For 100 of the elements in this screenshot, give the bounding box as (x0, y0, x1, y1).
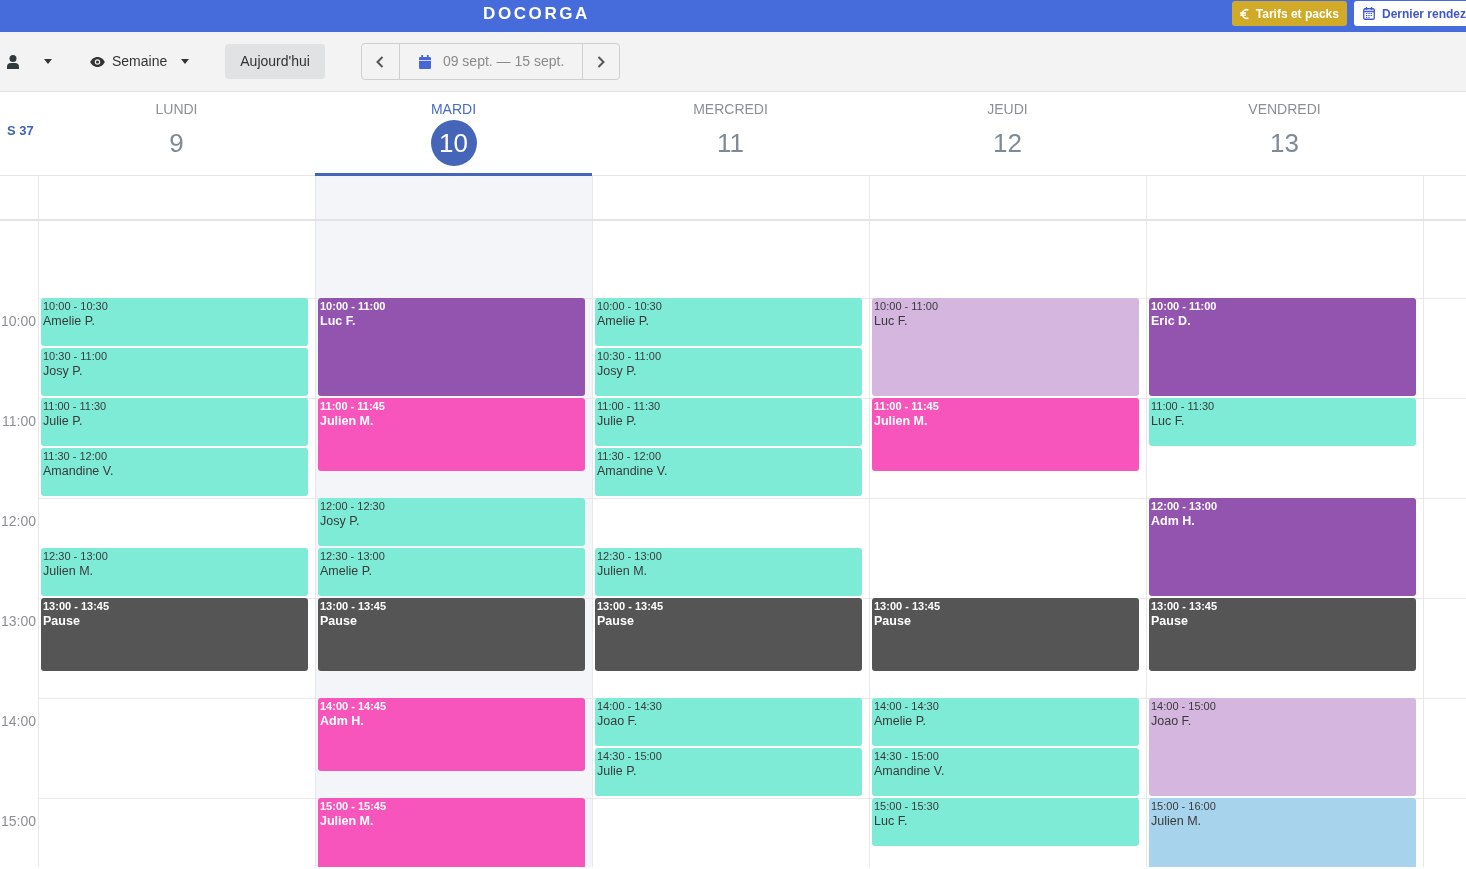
appointment-title: Pause (1151, 613, 1188, 629)
appointment-title: Josy P. (597, 363, 637, 379)
week-number: S 37 (7, 123, 34, 139)
appointment-title: Josy P. (43, 363, 83, 379)
appointment-block[interactable]: 10:00 - 11:00 Eric D. (1149, 298, 1416, 396)
appointment-block[interactable]: 14:00 - 15:00 Joao F. (1149, 698, 1416, 796)
appointment-time: 11:30 - 12:00 (43, 449, 107, 463)
day-number: 10 (430, 120, 477, 166)
calendar-icon (418, 54, 431, 69)
day-header[interactable]: JEUDI 12 (869, 92, 1146, 176)
appointment-title: Pause (320, 613, 357, 629)
day-header[interactable]: VENDREDI 13 (1146, 92, 1423, 176)
appointment-title: Julie P. (597, 413, 637, 429)
appointment-block[interactable]: 11:30 - 12:00 Amandine V. (595, 448, 862, 496)
appointment-title: Amelie P. (597, 313, 649, 329)
time-label: 12:00 (0, 513, 36, 529)
appointment-block[interactable]: 11:30 - 12:00 Amandine V. (41, 448, 308, 496)
appointment-time: 11:00 - 11:30 (597, 399, 661, 413)
appointment-block[interactable]: 13:00 - 13:45 Pause (41, 598, 308, 671)
appointment-block[interactable]: 10:30 - 11:00 Josy P. (41, 348, 308, 396)
appointment-block[interactable]: 14:00 - 14:30 Amelie P. (872, 698, 1139, 746)
appointment-block[interactable]: 14:00 - 14:30 Joao F. (595, 698, 862, 746)
all-day-slot[interactable] (315, 176, 592, 219)
time-label: 10:00 (0, 313, 36, 329)
appointment-block[interactable]: 10:00 - 11:00 Luc F. (872, 298, 1139, 396)
appointment-time: 10:00 - 11:00 (320, 299, 386, 313)
appointment-block[interactable]: 11:00 - 11:30 Julie P. (41, 398, 308, 446)
day-name: MARDI (430, 101, 477, 117)
appointment-title: Amelie P. (43, 313, 95, 329)
appointment-title: Amandine V. (43, 463, 114, 479)
appointment-time: 13:00 - 13:45 (874, 599, 941, 613)
appointment-title: Adm H. (1151, 513, 1195, 529)
appointment-time: 10:00 - 10:30 (597, 299, 662, 313)
appointment-time: 11:00 - 11:30 (43, 399, 107, 413)
appointment-block[interactable]: 13:00 - 13:45 Pause (1149, 598, 1416, 671)
appointment-time: 14:30 - 15:00 (874, 749, 939, 763)
appointment-time: 14:00 - 14:30 (874, 699, 939, 713)
day-header[interactable]: LUNDI 9 (38, 92, 315, 176)
day-name: JEUDI (987, 101, 1028, 117)
time-label: 13:00 (0, 613, 36, 629)
appointment-block[interactable]: 10:00 - 10:30 Amelie P. (595, 298, 862, 346)
appointment-title: Josy P. (320, 513, 360, 529)
appointment-title: Julien M. (597, 563, 648, 579)
appointment-block[interactable]: 15:00 - 15:30 Luc F. (872, 798, 1139, 846)
appointment-time: 12:30 - 13:00 (597, 549, 662, 563)
appointment-time: 13:00 - 13:45 (43, 599, 110, 613)
euro-icon (1239, 7, 1249, 20)
appointment-block[interactable]: 12:30 - 13:00 Amelie P. (318, 548, 585, 596)
appointment-time: 10:30 - 11:00 (597, 349, 661, 363)
appointment-title: Amandine V. (874, 763, 945, 779)
appointment-time: 12:30 - 13:00 (43, 549, 108, 563)
day-number: 11 (717, 126, 744, 160)
appointment-time: 13:00 - 13:45 (320, 599, 387, 613)
appointment-block[interactable]: 13:00 - 13:45 Pause (595, 598, 862, 671)
appointment-block[interactable]: 14:30 - 15:00 Julie P. (595, 748, 862, 796)
appointment-time: 11:00 - 11:30 (1151, 399, 1215, 413)
appointment-title: Amelie P. (874, 713, 926, 729)
appointment-time: 11:30 - 12:00 (597, 449, 661, 463)
today-button[interactable]: Aujourd'hui (225, 44, 325, 79)
appointment-block[interactable]: 12:30 - 13:00 Julien M. (595, 548, 862, 596)
appointment-block[interactable]: 15:00 - 16:00 Julien M. (1149, 798, 1416, 867)
appointment-title: Pause (43, 613, 80, 629)
appointment-block[interactable]: 14:30 - 15:00 Amandine V. (872, 748, 1139, 796)
appointment-button[interactable]: Dernier rendez (1353, 1, 1466, 26)
appointment-block[interactable]: 10:30 - 11:00 Josy P. (595, 348, 862, 396)
appointment-block[interactable]: 12:00 - 12:30 Josy P. (318, 498, 585, 546)
appointment-title: Joao F. (1151, 713, 1192, 729)
appointment-block[interactable]: 12:30 - 13:00 Julien M. (41, 548, 308, 596)
appointment-time: 13:00 - 13:45 (597, 599, 664, 613)
appointment-block[interactable]: 12:00 - 13:00 Adm H. (1149, 498, 1416, 596)
day-header[interactable]: MERCREDI 11 (592, 92, 869, 176)
view-dropdown[interactable]: Semaine (90, 46, 190, 77)
appointment-title: Luc F. (874, 813, 908, 829)
appointment-time: 12:30 - 13:00 (320, 549, 385, 563)
appointment-block[interactable]: 10:00 - 11:00 Luc F. (318, 298, 585, 396)
caret-icon (44, 59, 52, 64)
appointment-title: Julie P. (597, 763, 637, 779)
appointment-title: Pause (597, 613, 634, 629)
day-name: MERCREDI (693, 101, 768, 117)
appointment-title: Julien M. (43, 563, 94, 579)
day-number: 9 (169, 126, 184, 160)
appointment-block[interactable]: 13:00 - 13:45 Pause (872, 598, 1139, 671)
appointment-block[interactable]: 11:00 - 11:30 Luc F. (1149, 398, 1416, 446)
appointment-time: 11:00 - 11:45 (874, 399, 939, 413)
appointment-time: 15:00 - 15:30 (874, 799, 939, 813)
appointment-time: 11:00 - 11:45 (320, 399, 385, 413)
appointment-time: 14:00 - 14:45 (320, 699, 387, 713)
day-name: VENDREDI (1248, 101, 1321, 117)
appointment-time: 10:00 - 11:00 (1151, 299, 1217, 313)
eye-icon (90, 56, 105, 67)
appointment-block[interactable]: 11:00 - 11:30 Julie P. (595, 398, 862, 446)
time-label: 14:00 (0, 713, 36, 729)
day-number: 12 (993, 126, 1022, 160)
chevron-left-icon (376, 55, 385, 68)
appointment-title: Eric D. (1151, 313, 1191, 329)
appointment-block[interactable]: 10:00 - 10:30 Amelie P. (41, 298, 308, 346)
appointment-title: Julien M. (1151, 813, 1202, 829)
appointment-title: Pause (874, 613, 911, 629)
appointment-time: 14:00 - 15:00 (1151, 699, 1216, 713)
appointment-block[interactable]: 13:00 - 13:45 Pause (318, 598, 585, 671)
